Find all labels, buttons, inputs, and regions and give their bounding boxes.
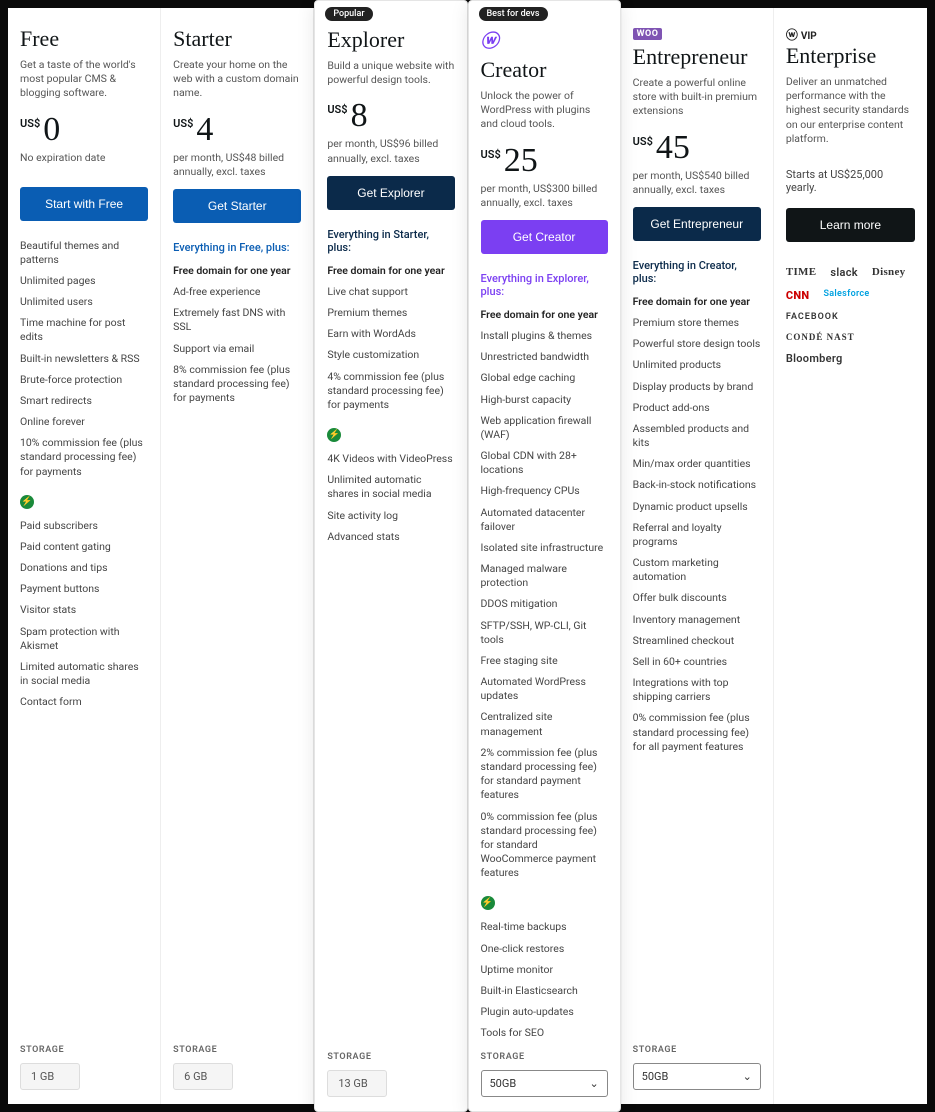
price: US$ 45 [633, 131, 761, 165]
plan-free: Free Get a taste of the world's most pop… [8, 8, 161, 1104]
extra-list: Paid subscribers Paid content gating Don… [20, 519, 148, 710]
plan-desc: Deliver an unmatched performance with th… [786, 75, 915, 146]
plan-title: Enterprise [786, 43, 915, 69]
feature-list: Free domain for one year Ad-free experie… [173, 264, 301, 405]
storage-label: STORAGE [327, 1052, 454, 1062]
price-sub: per month, US$540 billed annually, excl.… [633, 169, 761, 197]
feature-list: Free domain for one year Live chat suppo… [327, 264, 454, 412]
cta-explorer[interactable]: Get Explorer [327, 176, 454, 210]
logo-salesforce: Salesforce [823, 289, 869, 302]
price: US$ 4 [173, 113, 301, 147]
price-sub: per month, US$48 billed annually, excl. … [173, 151, 301, 179]
inherits-label: Everything in Free, plus: [173, 241, 301, 254]
plan-title: Free [20, 26, 148, 52]
chevron-down-icon: ⌄ [589, 1077, 598, 1090]
feature-list: Beautiful themes and patterns Unlimited … [20, 239, 148, 479]
inherits-label: Everything in Starter, plus: [327, 228, 454, 254]
plan-desc: Create a powerful online store with buil… [633, 76, 761, 119]
plan-entrepreneur: WOO Entrepreneur Create a powerful onlin… [621, 8, 774, 1104]
price: US$ 0 [20, 113, 148, 147]
cta-creator[interactable]: Get Creator [481, 220, 608, 254]
best-for-devs-badge: Best for devs [479, 7, 548, 21]
inherits-label: Everything in Explorer, plus: [481, 272, 608, 298]
plan-desc: Unlock the power of WordPress with plugi… [481, 89, 608, 132]
storage-label: STORAGE [481, 1052, 608, 1062]
storage-value: 1 GB [20, 1063, 80, 1090]
plan-title: Entrepreneur [633, 44, 761, 70]
inherits-label: Everything in Creator, plus: [633, 259, 761, 285]
logo-disney: Disney [872, 266, 906, 279]
plan-explorer: Popular Explorer Build a unique website … [314, 0, 467, 1112]
vip-icon: ⓦ VIP [786, 26, 915, 43]
woo-icon: WOO [633, 28, 663, 40]
logo-time: TIME [786, 266, 817, 279]
cta-starter[interactable]: Get Starter [173, 189, 301, 223]
price-sub: per month, US$300 billed annually, excl.… [481, 182, 608, 210]
plan-desc: Get a taste of the world's most popular … [20, 58, 148, 101]
plan-title: Explorer [327, 27, 454, 53]
jetpack-icon: ⚡ [327, 428, 341, 442]
cta-free[interactable]: Start with Free [20, 187, 148, 221]
plan-creator: Best for devs ⓦ Creator Unlock the power… [468, 0, 621, 1112]
cta-entrepreneur[interactable]: Get Entrepreneur [633, 207, 761, 241]
price-sub: No expiration date [20, 151, 148, 177]
logo-slack: slack [830, 266, 857, 279]
feature-list: Free domain for one year Premium store t… [633, 295, 761, 754]
extra-list: 4K Videos with VideoPress Unlimited auto… [327, 452, 454, 544]
feature-list: Free domain for one year Install plugins… [481, 308, 608, 881]
storage-value: 13 GB [327, 1070, 387, 1097]
price: US$ 8 [327, 99, 454, 133]
logo-facebook: FACEBOOK [786, 312, 839, 322]
jetpack-icon: ⚡ [20, 495, 34, 509]
logo-cnn: CNN [786, 289, 810, 302]
logo-bloomberg: Bloomberg [786, 352, 843, 365]
extra-list: Real-time backups One-click restores Upt… [481, 920, 608, 1040]
storage-label: STORAGE [633, 1045, 761, 1055]
plan-starter: Starter Create your home on the web with… [161, 8, 314, 1104]
storage-select[interactable]: 50GB ⌄ [633, 1063, 761, 1090]
price-sub: per month, US$96 billed annually, excl. … [327, 137, 454, 165]
storage-value: 6 GB [173, 1063, 233, 1090]
cta-enterprise[interactable]: Learn more [786, 208, 915, 242]
wordpress-icon: ⓦ [481, 27, 608, 53]
enterprise-logos: TIME slack Disney CNN Salesforce FACEBOO… [786, 266, 915, 365]
logo-condenast: CONDÉ NAST [786, 332, 855, 342]
chevron-down-icon: ⌄ [743, 1070, 752, 1083]
popular-badge: Popular [325, 7, 372, 21]
storage-label: STORAGE [20, 1045, 148, 1055]
plan-desc: Build a unique website with powerful des… [327, 59, 454, 87]
pricing-grid: Free Get a taste of the world's most pop… [8, 8, 927, 1104]
plan-title: Starter [173, 26, 301, 52]
storage-select[interactable]: 50GB ⌄ [481, 1070, 608, 1097]
plan-enterprise: ⓦ VIP Enterprise Deliver an unmatched pe… [774, 8, 927, 1104]
storage-label: STORAGE [173, 1045, 301, 1055]
price: US$ 25 [481, 144, 608, 178]
jetpack-icon: ⚡ [481, 896, 495, 910]
plan-desc: Create your home on the web with a custo… [173, 58, 301, 101]
plan-title: Creator [481, 57, 608, 83]
enterprise-pricing: Starts at US$25,000 yearly. [786, 168, 915, 194]
